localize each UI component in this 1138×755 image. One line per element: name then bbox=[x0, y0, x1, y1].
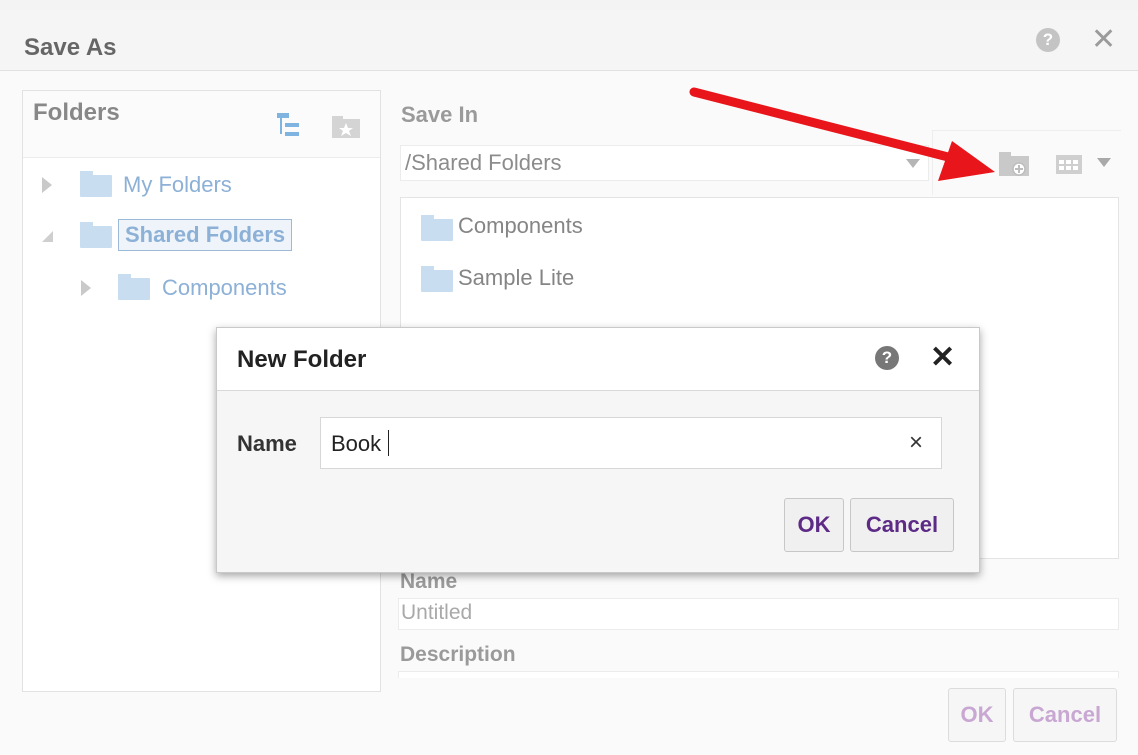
new-folder-dialog: New Folder ? ✕ Name Book × OK Cancel bbox=[216, 327, 980, 573]
save-as-cancel-button[interactable]: Cancel bbox=[1013, 688, 1117, 742]
new-folder-name-input[interactable]: Book × bbox=[320, 417, 942, 469]
new-folder-name-value: Book bbox=[331, 431, 382, 456]
new-folder-ok-button[interactable]: OK bbox=[784, 498, 844, 552]
name-field[interactable]: Untitled bbox=[398, 598, 1119, 630]
save-as-titlebar: Save As ? ✕ bbox=[0, 10, 1138, 71]
new-folder-name-label: Name bbox=[237, 431, 297, 456]
favorite-folder-icon[interactable] bbox=[331, 115, 361, 139]
clear-input-icon[interactable]: × bbox=[909, 429, 923, 457]
save-as-title: Save As bbox=[24, 34, 117, 61]
description-label: Description bbox=[400, 643, 516, 666]
tree-view-icon[interactable] bbox=[275, 111, 303, 139]
name-label: Name bbox=[400, 570, 458, 593]
new-folder-cancel-button[interactable]: Cancel bbox=[850, 498, 954, 552]
help-icon[interactable]: ? bbox=[875, 346, 899, 370]
tree-item-components[interactable]: Components bbox=[162, 275, 287, 301]
new-folder-titlebar: New Folder ? ✕ bbox=[217, 328, 979, 391]
top-strip bbox=[0, 0, 1138, 10]
description-field[interactable] bbox=[398, 671, 1119, 678]
folder-icon bbox=[421, 266, 453, 292]
list-item[interactable]: Sample Lite bbox=[458, 265, 574, 291]
collapse-arrow-icon[interactable] bbox=[42, 231, 53, 242]
new-folder-icon[interactable] bbox=[998, 150, 1032, 178]
grid-view-icon[interactable] bbox=[1055, 154, 1085, 176]
close-icon[interactable]: ✕ bbox=[930, 343, 955, 373]
save-in-label: Save In bbox=[401, 102, 479, 127]
help-icon[interactable]: ? bbox=[1036, 28, 1060, 52]
save-as-ok-button[interactable]: OK bbox=[948, 688, 1006, 742]
name-field-value: Untitled bbox=[401, 601, 473, 624]
save-in-select[interactable]: /Shared Folders bbox=[400, 145, 929, 181]
folders-title: Folders bbox=[33, 99, 120, 126]
folder-icon bbox=[80, 171, 112, 197]
text-cursor bbox=[388, 430, 389, 456]
expand-arrow-icon[interactable] bbox=[42, 177, 52, 193]
new-folder-title: New Folder bbox=[237, 346, 367, 373]
tree-item-shared-folders[interactable]: Shared Folders bbox=[118, 219, 293, 251]
save-in-value: /Shared Folders bbox=[405, 150, 562, 175]
folder-icon bbox=[421, 215, 453, 241]
list-item[interactable]: Components bbox=[458, 213, 583, 239]
expand-arrow-icon[interactable] bbox=[81, 280, 91, 296]
tree-item-my-folders[interactable]: My Folders bbox=[123, 172, 232, 198]
view-menu-chevron-icon[interactable] bbox=[1097, 158, 1111, 167]
folder-icon bbox=[118, 274, 150, 300]
folder-icon bbox=[80, 222, 112, 248]
close-icon[interactable]: ✕ bbox=[1091, 25, 1116, 55]
chevron-down-icon bbox=[906, 159, 920, 168]
folders-header: Folders bbox=[23, 91, 380, 158]
